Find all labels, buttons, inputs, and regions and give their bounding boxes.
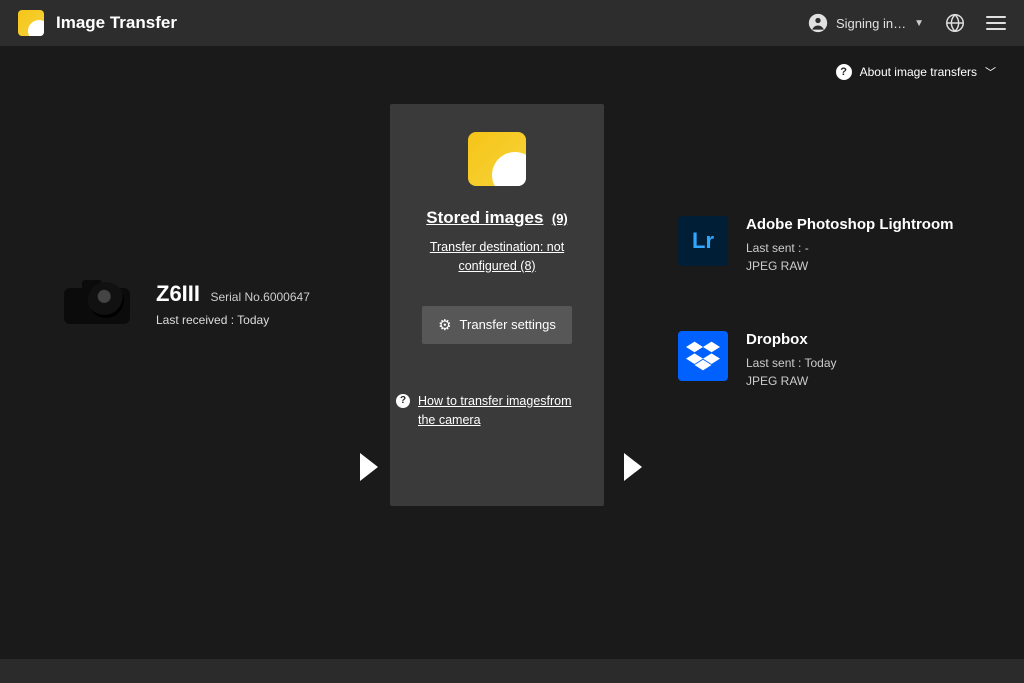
transfer-destination-link[interactable]: Transfer destination: not configured (8) (408, 238, 586, 276)
app-header: Image Transfer Signing in… ▼ (0, 0, 1024, 46)
service-info: Dropbox Last sent : Today JPEG RAW (746, 331, 837, 390)
header-left: Image Transfer (18, 10, 177, 36)
help-icon: ? (836, 64, 852, 80)
info-bar: ? About image transfers ﹀ (0, 46, 1024, 80)
about-transfers-link[interactable]: ? About image transfers ﹀ (836, 64, 996, 80)
camera-last-received: Last received : Today (156, 313, 310, 327)
stored-images-label: Stored images (426, 208, 543, 227)
camera-model: Z6III (156, 281, 200, 306)
service-name: Adobe Photoshop Lightroom (746, 216, 953, 233)
transfer-settings-button[interactable]: ⚙ Transfer settings (422, 306, 572, 344)
service-last-sent: Last sent : Today (746, 354, 837, 372)
globe-icon[interactable] (944, 12, 966, 34)
service-formats: JPEG RAW (746, 257, 953, 275)
services-column: Lr Adobe Photoshop Lightroom Last sent :… (678, 216, 953, 390)
stored-images-count: (9) (552, 211, 568, 226)
camera-image (60, 274, 140, 334)
user-avatar-icon (808, 13, 828, 33)
caret-down-icon: ▼ (914, 18, 924, 29)
service-lightroom[interactable]: Lr Adobe Photoshop Lightroom Last sent :… (678, 216, 953, 275)
app-title: Image Transfer (56, 13, 177, 33)
arrow-right-icon (360, 453, 378, 481)
service-dropbox[interactable]: Dropbox Last sent : Today JPEG RAW (678, 331, 953, 390)
service-formats: JPEG RAW (746, 372, 837, 390)
arrow-right-icon (624, 453, 642, 481)
storage-card: Stored images (9) Transfer destination: … (390, 104, 604, 506)
service-info: Adobe Photoshop Lightroom Last sent : - … (746, 216, 953, 275)
main-content: Z6III Serial No.6000647 Last received : … (0, 80, 1024, 640)
about-transfers-label: About image transfers (860, 65, 977, 79)
user-status-chip[interactable]: Signing in… ▼ (808, 13, 924, 33)
storage-logo-icon (468, 132, 526, 186)
lightroom-icon: Lr (678, 216, 728, 266)
service-name: Dropbox (746, 331, 837, 348)
help-icon: ? (396, 394, 410, 408)
footer-strip (0, 659, 1024, 683)
menu-icon[interactable] (986, 16, 1006, 30)
service-last-sent: Last sent : - (746, 239, 953, 257)
gear-icon: ⚙ (438, 316, 451, 334)
transfer-settings-label: Transfer settings (460, 317, 556, 332)
user-status-text: Signing in… (836, 16, 906, 31)
camera-info: Z6III Serial No.6000647 Last received : … (156, 281, 310, 327)
dropbox-icon (678, 331, 728, 381)
stored-images-link[interactable]: Stored images (9) (426, 208, 568, 228)
camera-serial: Serial No.6000647 (210, 290, 309, 304)
camera-panel[interactable]: Z6III Serial No.6000647 Last received : … (60, 274, 360, 334)
chevron-down-icon: ﹀ (985, 64, 996, 80)
app-logo-icon (18, 10, 44, 36)
header-right: Signing in… ▼ (808, 12, 1006, 34)
howto-transfer-link[interactable]: How to transfer imagesfrom the camera (418, 392, 586, 431)
howto-row: ? How to transfer imagesfrom the camera (408, 392, 586, 431)
